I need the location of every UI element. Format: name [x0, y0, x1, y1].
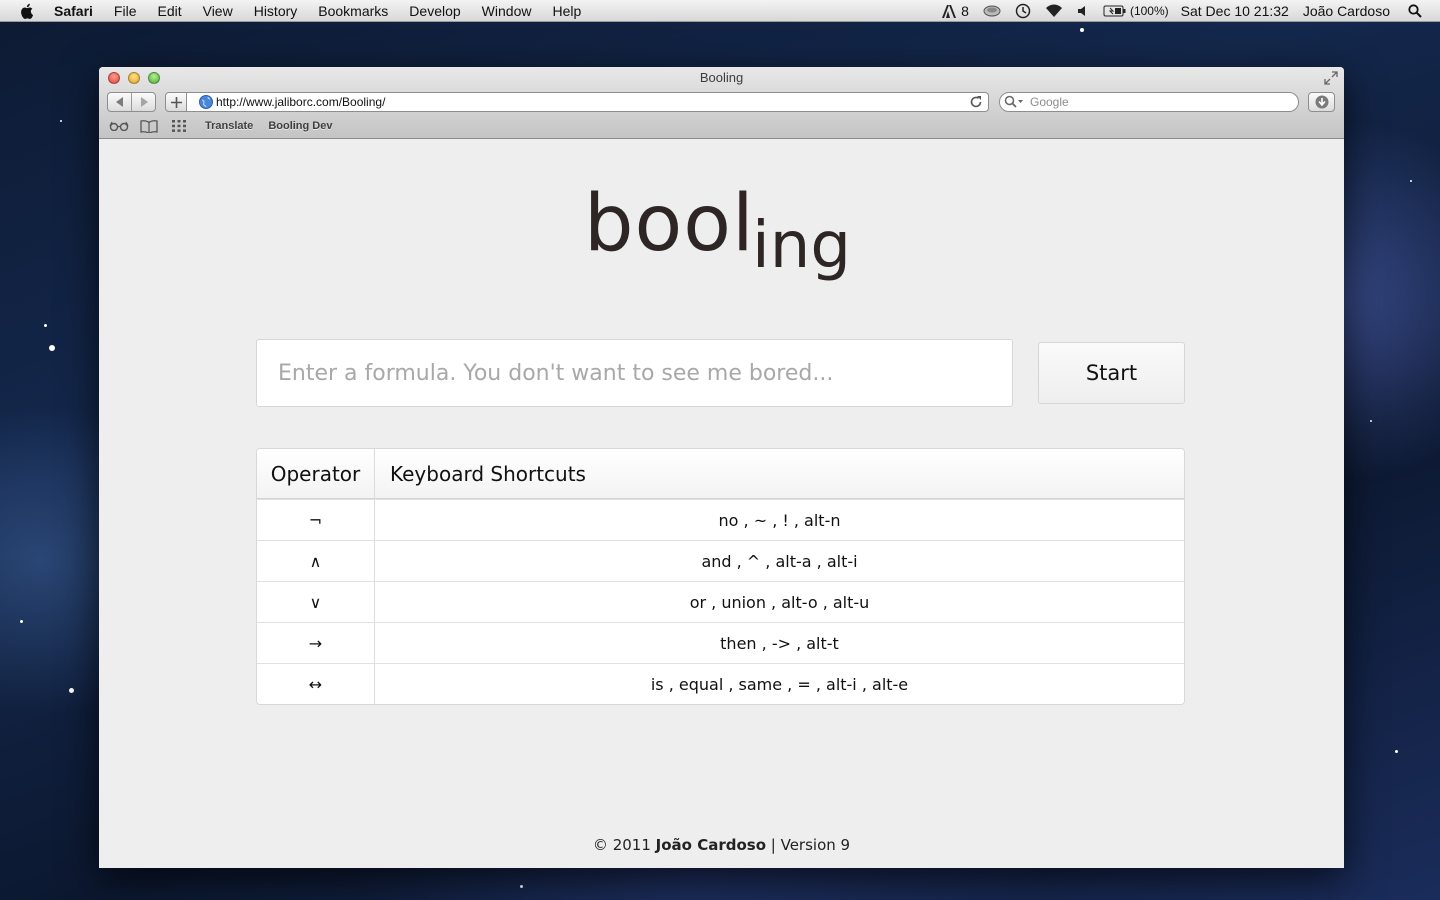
star [1410, 180, 1412, 182]
add-bookmark-button[interactable] [165, 92, 187, 112]
browser-toolbar: Booling http://www.jaliborc.com/Booling/ [99, 67, 1344, 139]
reading-list-icon[interactable] [108, 119, 130, 133]
operators-table: Operator Keyboard Shortcuts ¬ no , ~ , !… [256, 448, 1185, 705]
page-footer: © 2011 João Cardoso | Version 9 [99, 836, 1344, 854]
bookmark-booling-dev[interactable]: Booling Dev [268, 120, 332, 132]
star [1370, 420, 1372, 422]
apple-icon[interactable] [19, 3, 37, 19]
status-area: 8 (100%) Sat Dec 10 21:32 João Cardoso [942, 0, 1440, 22]
footer-author-link[interactable]: João Cardoso [656, 836, 766, 854]
downloads-button[interactable] [1308, 92, 1335, 112]
header-operator: Operator [257, 449, 375, 498]
table-row: ∧ and , ^ , alt-a , alt-i [257, 540, 1184, 581]
table-header: Operator Keyboard Shortcuts [257, 449, 1184, 499]
reload-icon[interactable] [969, 95, 983, 109]
adobe-icon [942, 4, 957, 18]
adobe-status[interactable]: 8 [942, 0, 969, 22]
shortcuts-cell: then , -> , alt-t [720, 633, 839, 653]
booling-logo: bool ing [99, 179, 1344, 299]
time-machine-icon[interactable] [1015, 3, 1031, 19]
url-text[interactable]: http://www.jaliborc.com/Booling/ [216, 95, 969, 109]
forward-arrow-icon [140, 97, 148, 107]
adobe-count: 8 [961, 3, 969, 19]
search-icon[interactable] [1004, 95, 1024, 109]
table-row: ↔ is , equal , same , = , alt-i , alt-e [257, 663, 1184, 704]
operator-cell: ↔ [257, 664, 375, 704]
spotlight-icon[interactable] [1408, 4, 1422, 18]
globe-icon [199, 95, 213, 109]
menu-edit[interactable]: Edit [157, 0, 181, 22]
top-sites-grid-icon[interactable] [168, 119, 190, 133]
bookmark-translate[interactable]: Translate [205, 120, 253, 132]
formula-input[interactable] [256, 339, 1013, 407]
operator-cell: ¬ [257, 500, 375, 540]
shortcuts-cell: is , equal , same , = , alt-i , alt-e [650, 674, 909, 694]
forward-button[interactable] [131, 93, 155, 111]
menubar-clock[interactable]: Sat Dec 10 21:32 [1181, 0, 1289, 22]
star [49, 345, 55, 351]
start-button[interactable]: Start [1038, 342, 1185, 404]
shortcuts-cell: no , ~ , ! , alt-n [718, 510, 841, 530]
star [520, 885, 523, 888]
download-icon [1315, 95, 1328, 109]
back-arrow-icon [115, 97, 123, 107]
star [60, 120, 62, 122]
table-row: ∨ or , union , alt-o , alt-u [257, 581, 1184, 622]
menu-help[interactable]: Help [552, 0, 581, 22]
bookmarks-bar: Translate Booling Dev [108, 117, 340, 135]
star [1080, 28, 1084, 32]
menu-view[interactable]: View [203, 0, 233, 22]
browser-window: Booling http://www.jaliborc.com/Booling/ [99, 67, 1344, 868]
logo-bool: bool [584, 179, 755, 269]
search-bar[interactable] [999, 92, 1299, 112]
page-content: bool ing Start Operator Keyboard Shortcu… [99, 139, 1344, 868]
menubar-user[interactable]: João Cardoso [1303, 0, 1390, 22]
battery-status[interactable]: (100%) [1103, 0, 1169, 22]
star [20, 620, 23, 623]
plus-icon [170, 96, 182, 108]
star [44, 324, 47, 327]
back-button[interactable] [108, 93, 131, 111]
menu-window[interactable]: Window [482, 0, 532, 22]
logo-ing: ing [752, 209, 851, 283]
operator-cell: → [257, 623, 375, 663]
shortcuts-cell: or , union , alt-o , alt-u [689, 592, 870, 612]
address-bar[interactable]: http://www.jaliborc.com/Booling/ [187, 92, 989, 112]
header-shortcuts: Keyboard Shortcuts [390, 461, 586, 486]
menu-develop[interactable]: Develop [409, 0, 460, 22]
wifi-icon[interactable] [1045, 4, 1063, 18]
shortcuts-cell: and , ^ , alt-a , alt-i [701, 551, 858, 571]
operator-cell: ∧ [257, 541, 375, 581]
table-row: ¬ no , ~ , ! , alt-n [257, 499, 1184, 540]
star [1395, 750, 1398, 753]
volume-icon[interactable] [1077, 5, 1089, 17]
history-nav [107, 92, 156, 112]
disk-icon[interactable] [983, 5, 1001, 17]
operator-cell: ∨ [257, 582, 375, 622]
menu-app-safari[interactable]: Safari [54, 0, 93, 22]
footer-copyright: © 2011 [592, 836, 651, 854]
menu-file[interactable]: File [114, 0, 137, 22]
window-title: Booling [699, 70, 744, 85]
menu-bar: Safari File Edit View History Bookmarks … [0, 0, 1440, 22]
battery-icon [1103, 5, 1126, 17]
footer-version: | Version 9 [770, 836, 851, 854]
star [69, 688, 74, 693]
bookmarks-book-icon[interactable] [138, 119, 160, 133]
table-row: → then , -> , alt-t [257, 622, 1184, 663]
menu-bookmarks[interactable]: Bookmarks [318, 0, 388, 22]
search-input[interactable] [1030, 95, 1280, 109]
fullscreen-icon[interactable] [1324, 71, 1338, 85]
battery-percent: (100%) [1129, 4, 1169, 18]
menu-history[interactable]: History [254, 0, 298, 22]
